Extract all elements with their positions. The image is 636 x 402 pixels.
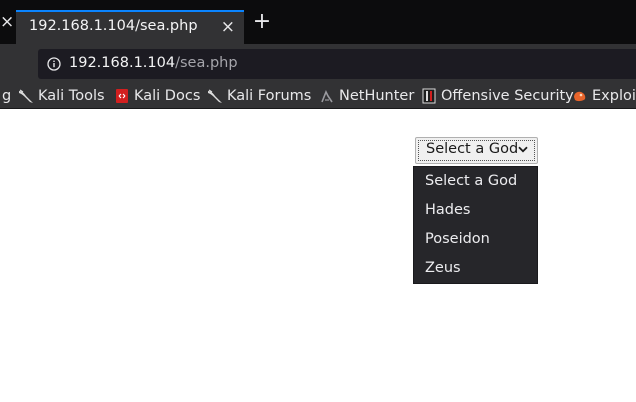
address-bar[interactable]: 192.168.1.104/sea.php <box>38 49 636 79</box>
new-tab-button[interactable]: + <box>252 11 272 33</box>
info-icon[interactable] <box>47 57 61 71</box>
page-content: Select a God Select a God Hades Poseidon… <box>0 109 636 402</box>
option-poseidon[interactable]: Poseidon <box>414 225 537 254</box>
nethunter-icon <box>321 90 333 103</box>
bookmark-label: Offensive Security <box>441 88 574 104</box>
option-zeus[interactable]: Zeus <box>414 254 537 283</box>
bookmark-label: g <box>2 88 12 104</box>
kali-dragon-icon <box>208 89 222 103</box>
tab-title: 192.168.1.104/sea.php <box>29 18 198 34</box>
exploit-db-icon <box>574 91 586 102</box>
offensive-security-icon <box>422 88 436 104</box>
tab-sea-php[interactable]: 192.168.1.104/sea.php × <box>16 10 244 44</box>
tab-strip: × 192.168.1.104/sea.php × + <box>0 0 636 44</box>
god-select-dropdown: Select a God Hades Poseidon Zeus <box>413 166 538 284</box>
kali-dragon-icon <box>19 89 33 103</box>
bookmarks-toolbar: g Kali Tools Kali Docs Kali Forums NetHu… <box>0 84 636 109</box>
bookmark-label: Kali Docs <box>134 88 201 104</box>
url-path: /sea.php <box>175 55 238 71</box>
url-host: 192.168.1.104 <box>69 55 176 71</box>
option-hades[interactable]: Hades <box>414 196 537 225</box>
previous-tab-close-button[interactable]: × <box>0 14 14 31</box>
browser-window: × 192.168.1.104/sea.php × + 192.168.1.10… <box>0 0 636 402</box>
bookmark-label: Kali Tools <box>38 88 105 104</box>
option-select-a-god[interactable]: Select a God <box>414 167 537 196</box>
navigation-toolbar: 192.168.1.104/sea.php <box>0 44 636 84</box>
select-value: Select a God <box>426 141 519 157</box>
bookmark-label: Kali Forums <box>227 88 312 104</box>
god-select[interactable]: Select a God <box>415 137 538 164</box>
chevron-down-icon <box>518 146 528 153</box>
kali-docs-icon <box>116 89 128 103</box>
bookmark-label: Exploit <box>592 88 636 104</box>
url-text[interactable]: 192.168.1.104/sea.php <box>69 55 238 71</box>
bookmark-label: NetHunter <box>339 88 415 104</box>
tab-close-button[interactable]: × <box>221 17 235 37</box>
